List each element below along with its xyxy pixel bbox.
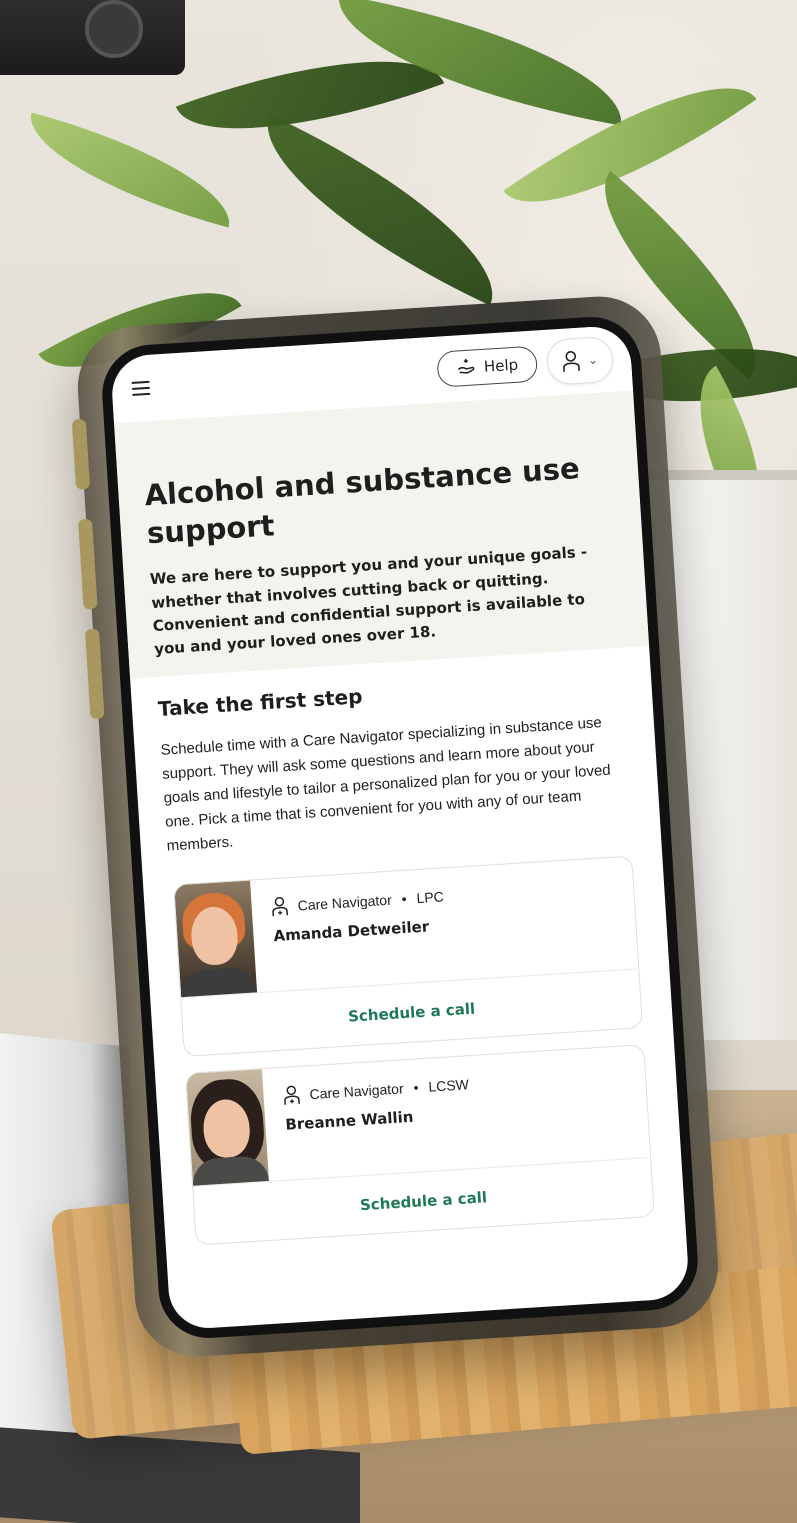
page-title: Alcohol and substance use support xyxy=(143,451,581,550)
person-icon xyxy=(561,350,580,373)
navigator-role-text: Care Navigator xyxy=(309,1080,405,1103)
care-navigator-icon xyxy=(271,897,289,918)
care-navigator-icon xyxy=(283,1085,300,1106)
phone-screen: Help ⌄ Alcohol and substance use support… xyxy=(109,324,691,1331)
account-menu-button[interactable]: ⌄ xyxy=(545,335,615,386)
hero-description: We are here to support you and your uniq… xyxy=(149,543,588,659)
navigator-name: Amanda Detweiler xyxy=(273,917,430,946)
webcam-lens xyxy=(85,0,143,58)
help-label: Help xyxy=(483,355,519,376)
section-heading: Take the first step xyxy=(157,684,364,722)
navigator-credential: LPC xyxy=(416,888,445,907)
navigator-credential: LCSW xyxy=(427,1076,470,1096)
navigator-photo xyxy=(186,1069,269,1187)
hamburger-menu-icon[interactable] xyxy=(131,380,151,396)
hand-heart-icon xyxy=(455,356,476,379)
navigator-info: Care Navigator • LPC Amanda Detweiler xyxy=(250,869,449,993)
navigator-role-text: Care Navigator xyxy=(297,892,393,914)
navigator-role: Care Navigator • LPC xyxy=(271,887,444,918)
section-body: Schedule time with a Care Navigator spec… xyxy=(160,714,612,856)
navigator-card: Care Navigator • LPC Amanda Detweiler Sc… xyxy=(173,855,644,1058)
topbar-actions: Help ⌄ xyxy=(435,335,615,393)
navigator-role: Care Navigator • LCSW xyxy=(283,1075,469,1107)
navigator-name: Breanne Wallin xyxy=(284,1108,414,1135)
webcam xyxy=(0,0,185,75)
navigator-card: Care Navigator • LCSW Breanne Wallin Sch… xyxy=(185,1044,655,1247)
separator: • xyxy=(413,1079,419,1097)
separator: • xyxy=(401,891,408,908)
first-step-section: Take the first step Schedule time with a… xyxy=(130,646,685,1248)
navigator-photo xyxy=(174,880,258,998)
hero-section: Alcohol and substance use support We are… xyxy=(114,390,650,680)
help-button[interactable]: Help xyxy=(435,345,539,388)
navigator-info: Care Navigator • LCSW Breanne Wallin xyxy=(262,1057,474,1182)
chevron-down-icon: ⌄ xyxy=(587,352,599,368)
phone: Help ⌄ Alcohol and substance use support… xyxy=(71,292,722,1361)
